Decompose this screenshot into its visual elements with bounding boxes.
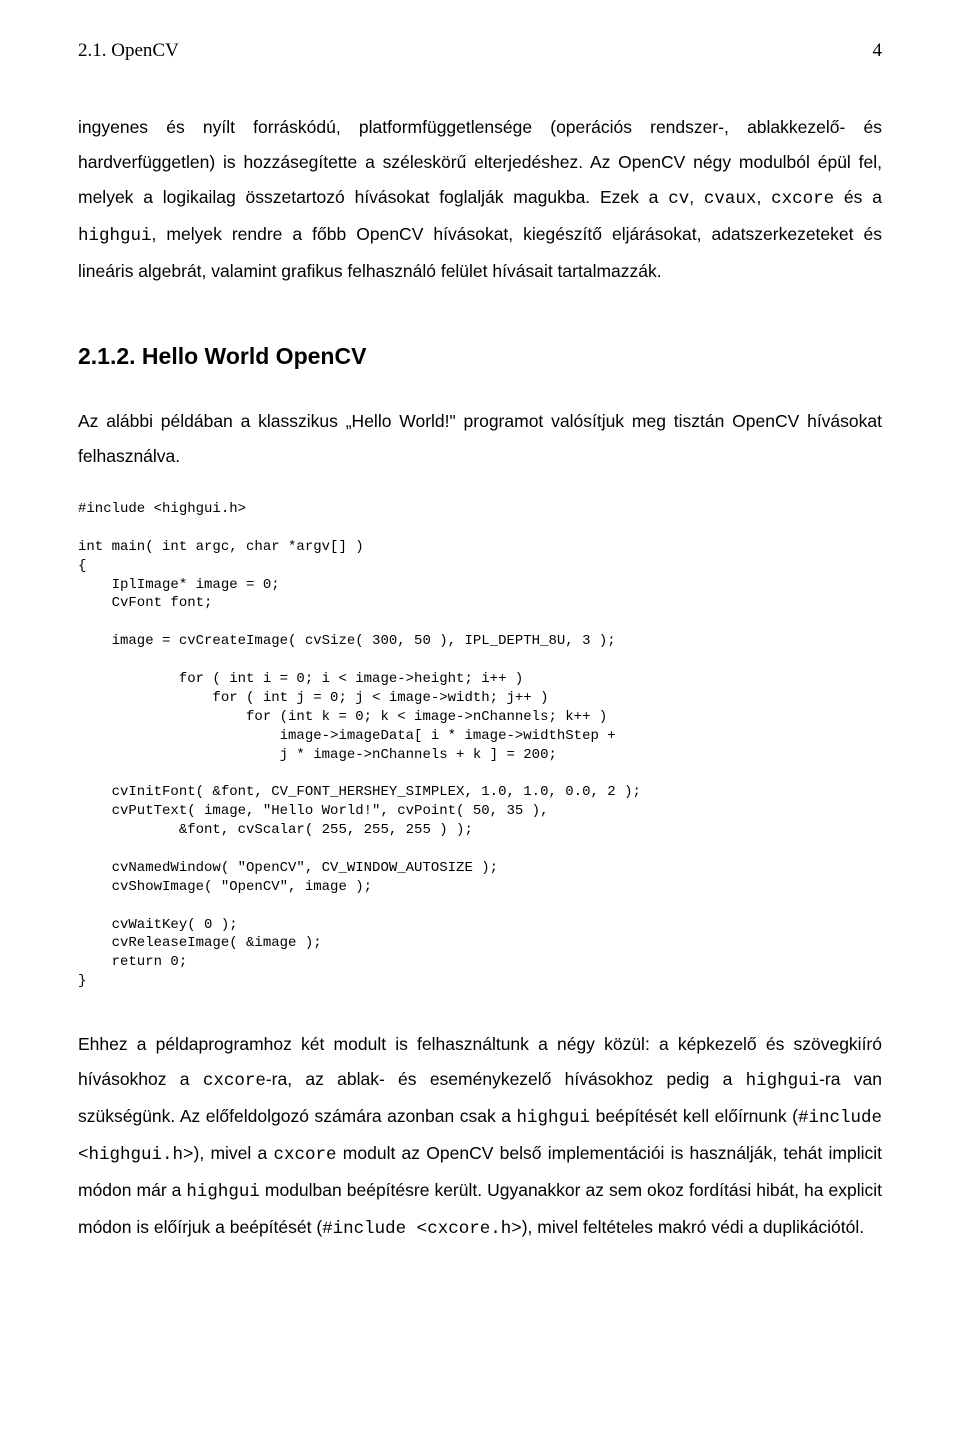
intro-paragraph: ingyenes és nyílt forráskódú, platformfü…: [78, 110, 882, 289]
code-block: #include <highgui.h> int main( int argc,…: [78, 500, 882, 991]
example-intro-paragraph: Az alábbi példában a klasszikus „Hello W…: [78, 404, 882, 474]
page-header: 2.1. OpenCV 4: [78, 40, 882, 62]
code-inline-include-cxcore: #include <cxcore.h>: [322, 1219, 522, 1239]
code-inline-cxcore: cxcore: [771, 189, 834, 209]
code-inline-highgui: highgui: [746, 1071, 820, 1091]
code-inline-cxcore: cxcore: [274, 1145, 337, 1165]
code-inline-highgui: highgui: [186, 1182, 260, 1202]
text: ,: [689, 187, 704, 207]
page: 2.1. OpenCV 4 ingyenes és nyílt forráskó…: [0, 0, 960, 1452]
code-inline-cxcore: cxcore: [203, 1071, 266, 1091]
code-inline-highgui: highgui: [78, 226, 152, 246]
code-inline-highgui: highgui: [517, 1108, 591, 1128]
text: -ra, az ablak- és eseménykezelő hívásokh…: [266, 1069, 746, 1089]
text: ,: [756, 187, 771, 207]
text: ), mivel a: [194, 1143, 274, 1163]
section-heading: 2.1.2. Hello World OpenCV: [78, 343, 882, 370]
code-inline-cvaux: cvaux: [704, 189, 757, 209]
text: , melyek rendre a főbb OpenCV hívásokat,…: [78, 224, 882, 281]
page-number: 4: [873, 40, 883, 62]
code-inline-cv: cv: [668, 189, 689, 209]
text: és a: [834, 187, 882, 207]
text: beépítését kell előírnunk (: [590, 1106, 798, 1126]
text: ), mivel feltételes makró védi a dupliká…: [522, 1217, 864, 1237]
explanation-paragraph: Ehhez a példaprogramhoz két modult is fe…: [78, 1027, 882, 1247]
section-label: 2.1. OpenCV: [78, 40, 179, 62]
